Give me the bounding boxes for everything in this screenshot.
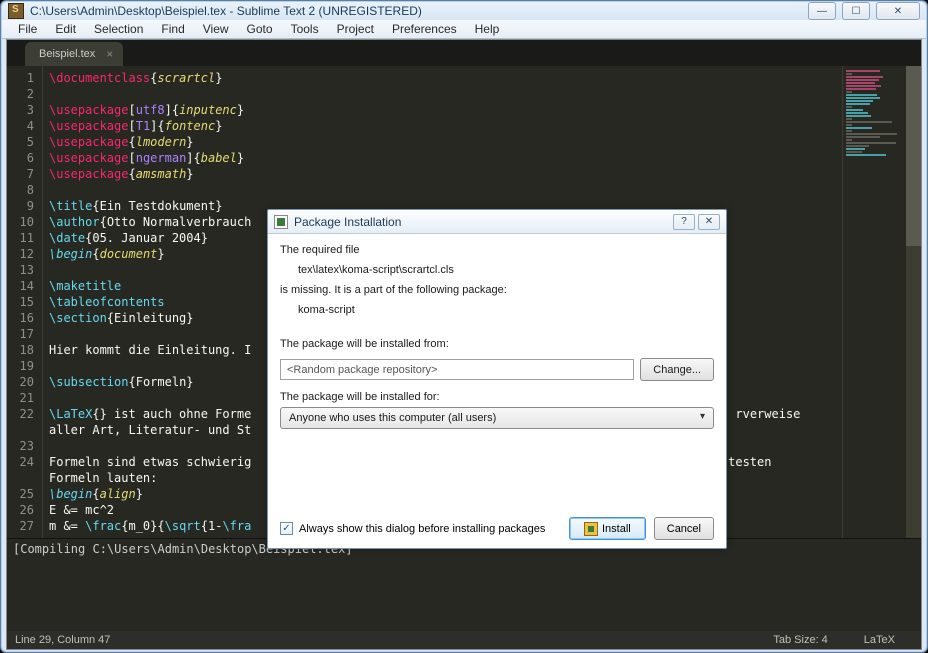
package-install-dialog: Package Installation ? ✕ The required fi… [267,209,727,549]
editor-area: Beispiel.tex × 1234567891011121314151617… [6,39,922,650]
status-syntax[interactable]: LaTeX [846,634,913,646]
tab-bar: Beispiel.tex × [7,40,921,66]
menubar: File Edit Selection Find View Goto Tools… [2,20,926,39]
app-window: C:\Users\Admin\Desktop\Beispiel.tex - Su… [0,0,928,653]
window-title: C:\Users\Admin\Desktop\Beispiel.tex - Su… [30,4,808,18]
menu-help[interactable]: Help [467,20,508,38]
always-show-row[interactable]: ✓ Always show this dialog before install… [280,522,561,535]
app-window-inner: C:\Users\Admin\Desktop\Beispiel.tex - Su… [2,2,926,651]
always-show-checkbox[interactable]: ✓ [280,522,293,535]
always-show-label: Always show this dialog before installin… [299,523,545,535]
repository-value: <Random package repository> [287,364,437,376]
dialog-help-button[interactable]: ? [673,214,695,230]
menu-edit[interactable]: Edit [47,20,84,38]
dialog-package-name: koma-script [280,304,714,316]
install-scope-dropdown[interactable]: Anyone who uses this computer (all users… [280,407,714,429]
menu-view[interactable]: View [195,20,237,38]
gutter: 12345678910111213141516171819202122 2324… [7,66,43,538]
dialog-title: Package Installation [294,215,673,229]
menu-selection[interactable]: Selection [86,20,151,38]
dialog-body: The required file tex\latex\koma-script\… [268,234,726,509]
status-tabsize[interactable]: Tab Size: 4 [755,634,845,646]
change-repository-button[interactable]: Change... [640,358,714,381]
titlebar[interactable]: C:\Users\Admin\Desktop\Beispiel.tex - Su… [2,2,926,20]
dialog-close-button[interactable]: ✕ [698,214,720,230]
install-icon [584,522,598,536]
menu-find[interactable]: Find [153,20,192,38]
scrollbar-thumb[interactable] [906,66,921,246]
menu-file[interactable]: File [10,20,45,38]
dialog-app-icon [274,215,288,229]
dialog-install-for-label: The package will be installed for: [280,391,714,403]
close-button[interactable]: ✕ [876,2,920,20]
menu-project[interactable]: Project [329,20,382,38]
statusbar: Line 29, Column 47 Tab Size: 4 LaTeX [7,631,921,649]
menu-preferences[interactable]: Preferences [384,20,465,38]
dialog-missing-label: is missing. It is a part of the followin… [280,284,714,296]
install-scope-value: Anyone who uses this computer (all users… [289,412,496,424]
dialog-titlebar[interactable]: Package Installation ? ✕ [268,210,726,234]
dialog-footer: ✓ Always show this dialog before install… [268,509,726,548]
dialog-install-from-label: The package will be installed from: [280,338,714,350]
cancel-button[interactable]: Cancel [654,517,714,540]
app-icon [8,3,24,19]
menu-tools[interactable]: Tools [283,20,327,38]
status-position[interactable]: Line 29, Column 47 [15,634,110,646]
window-buttons: ― ☐ ✕ [808,2,920,20]
tab-close-icon[interactable]: × [106,47,113,61]
build-output-empty [7,559,921,631]
tab-active[interactable]: Beispiel.tex × [25,42,123,66]
dialog-filepath: tex\latex\koma-script\scrartcl.cls [280,264,714,276]
dialog-required-file-label: The required file [280,244,714,256]
repository-field[interactable]: <Random package repository> [280,359,634,380]
minimize-button[interactable]: ― [808,2,836,20]
install-button[interactable]: Install [569,517,646,540]
editor-scrollbar[interactable] [906,66,921,538]
maximize-button[interactable]: ☐ [842,2,870,20]
minimap[interactable] [842,66,906,538]
menu-goto[interactable]: Goto [239,20,281,38]
tab-label: Beispiel.tex [39,48,95,60]
